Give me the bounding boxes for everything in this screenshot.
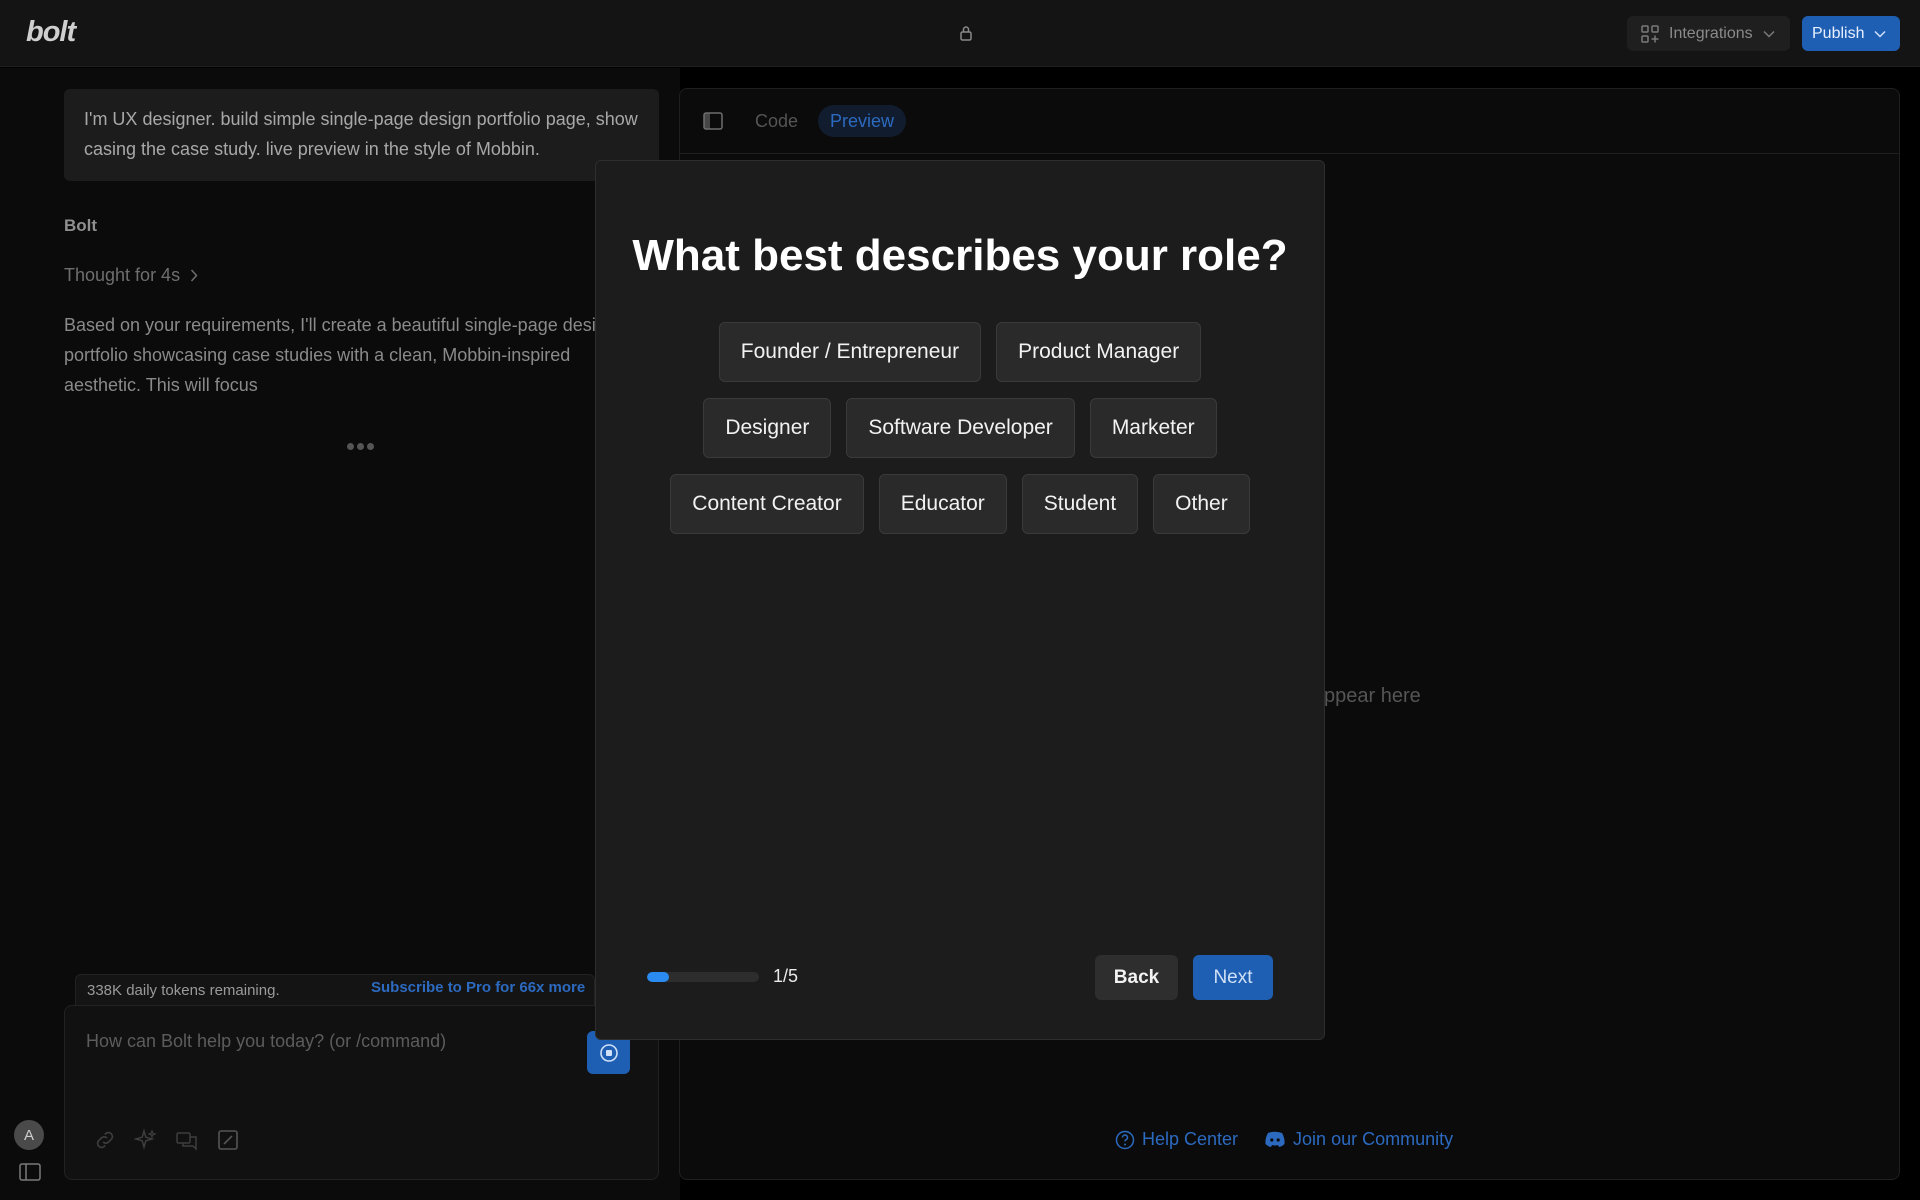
progress-label: 1/5: [773, 966, 799, 986]
assistant-message: Based on your requirements, I'll create …: [64, 310, 604, 400]
integrations-label: Integrations: [1669, 24, 1753, 42]
panel-toggle-icon[interactable]: [703, 112, 723, 130]
lock-icon: [960, 26, 972, 41]
publish-button[interactable]: Publish: [1802, 16, 1900, 51]
assistant-line: Based on your requirements, I'll create …: [64, 315, 604, 335]
discuss-icon[interactable]: [175, 1128, 199, 1152]
assistant-line: aesthetic. This will focus: [64, 375, 258, 395]
help-center-label: Help Center: [1142, 1129, 1239, 1149]
role-onboarding-modal: What best describes your role? Founder /…: [595, 160, 1325, 1040]
chevron-down-icon: [1763, 30, 1775, 38]
role-option-other[interactable]: Other: [1153, 474, 1250, 534]
help-circle-icon: [1115, 1130, 1135, 1149]
role-option-software-developer[interactable]: Software Developer: [846, 398, 1075, 458]
modal-title: What best describes your role?: [632, 231, 1288, 280]
role-option-product-manager[interactable]: Product Manager: [996, 322, 1202, 382]
community-link[interactable]: Join our Community: [1264, 1129, 1453, 1150]
footer-links: Help Center Join our Community: [1115, 1129, 1453, 1150]
assistant-line: portfolio showcasing case studies with a…: [64, 345, 571, 365]
tokens-text: 338K daily tokens remaining.: [87, 982, 280, 999]
loading-dots: [347, 443, 374, 450]
progress-bar: [647, 972, 759, 982]
role-option-content-creator[interactable]: Content Creator: [670, 474, 864, 534]
edit-icon[interactable]: [216, 1128, 240, 1152]
preview-toolbar: Code Preview: [680, 89, 1899, 154]
preview-placeholder-text: ppear here: [1324, 685, 1421, 707]
tab-code[interactable]: Code: [755, 108, 798, 135]
prompt-input[interactable]: [86, 1031, 566, 1052]
progress-fill: [647, 972, 670, 982]
tab-preview[interactable]: Preview: [818, 105, 907, 137]
grid-icon: [1641, 24, 1659, 43]
link-icon[interactable]: [93, 1128, 117, 1152]
sparkle-icon[interactable]: [134, 1128, 158, 1152]
user-message: I'm UX designer. build simple single-pag…: [64, 89, 659, 181]
help-center-link[interactable]: Help Center: [1115, 1129, 1238, 1150]
thought-label: Thought for 4s: [64, 265, 181, 285]
sidebar-toggle-icon[interactable]: [19, 1163, 41, 1181]
composer-tools: [93, 1128, 240, 1152]
role-option-designer[interactable]: Designer: [703, 398, 832, 458]
role-option-founder[interactable]: Founder / Entrepreneur: [718, 322, 982, 382]
subscribe-link[interactable]: Subscribe to Pro for 66x more: [371, 979, 585, 996]
role-row: Content Creator Educator Student Other: [596, 474, 1324, 534]
role-row: Designer Software Developer Marketer: [596, 398, 1324, 458]
role-option-student[interactable]: Student: [1021, 474, 1139, 534]
next-button[interactable]: Next: [1193, 955, 1273, 1000]
role-option-educator[interactable]: Educator: [878, 474, 1007, 534]
top-header: bolt Integrations Publish: [0, 0, 1920, 67]
back-button[interactable]: Back: [1095, 955, 1178, 1000]
role-row: Founder / Entrepreneur Product Manager: [596, 322, 1324, 382]
publish-label: Publish: [1812, 24, 1865, 42]
community-label: Join our Community: [1293, 1129, 1454, 1149]
integrations-button[interactable]: Integrations: [1627, 16, 1790, 51]
assistant-name: Bolt: [64, 216, 98, 235]
composer: [64, 1005, 659, 1180]
stop-icon: [599, 1043, 618, 1062]
chevron-right-icon: [191, 269, 198, 282]
discord-icon: [1265, 1131, 1285, 1147]
role-option-marketer[interactable]: Marketer: [1089, 398, 1217, 458]
bolt-logo[interactable]: bolt: [26, 16, 76, 49]
thought-toggle[interactable]: Thought for 4s: [64, 265, 198, 286]
chevron-down-icon: [1874, 30, 1887, 38]
avatar[interactable]: A: [14, 1120, 44, 1150]
